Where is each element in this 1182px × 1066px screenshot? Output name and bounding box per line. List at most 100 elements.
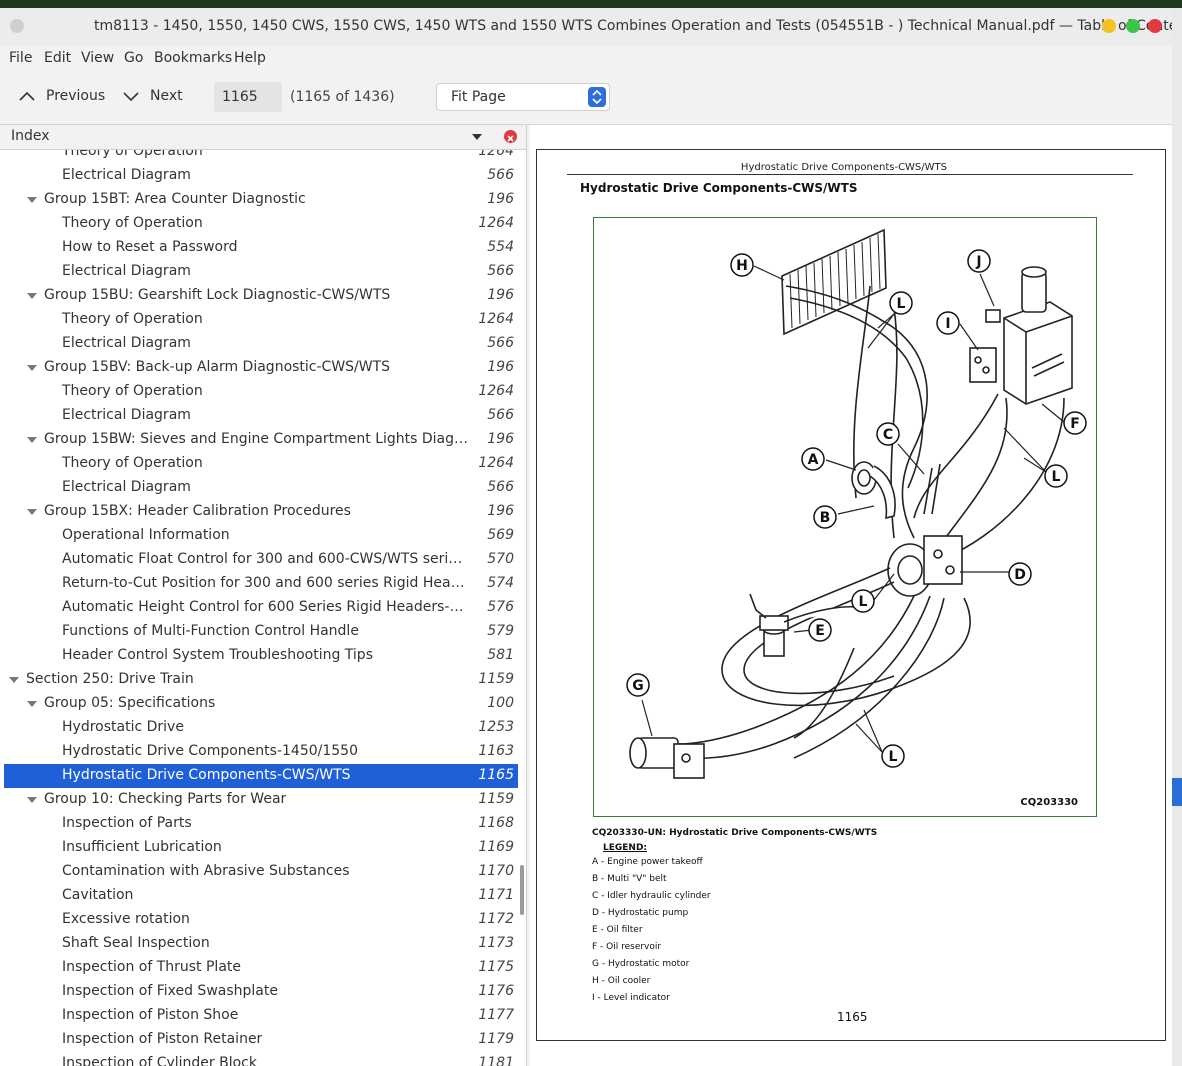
index-item[interactable]: Inspection of Parts 1168 [4, 812, 518, 836]
index-item[interactable]: Functions of Multi-Function Control Hand… [4, 620, 518, 644]
index-item[interactable]: Group 15BT: Area Counter Diagnostic 196 [4, 188, 518, 212]
desktop-taskbar-strip [0, 0, 1182, 8]
callout-e: E [808, 618, 832, 642]
index-item[interactable]: Hydrostatic Drive Components-CWS/WTS 1165 [4, 764, 518, 788]
expand-triangle-icon[interactable] [27, 293, 37, 299]
legend-item: B - Multi "V" belt [592, 874, 667, 884]
menu-bookmarks[interactable]: Bookmarks [154, 50, 232, 66]
expand-triangle-icon[interactable] [27, 437, 37, 443]
expand-triangle-icon[interactable] [9, 677, 19, 683]
index-item-title: Hydrostatic Drive Components-1450/1550 [62, 743, 358, 759]
index-item[interactable]: Operational Information 569 [4, 524, 518, 548]
index-item[interactable]: Return-to-Cut Position for 300 and 600 s… [4, 572, 518, 596]
index-item[interactable]: Contamination with Abrasive Substances 11… [4, 860, 518, 884]
index-item-page: 1253 [478, 719, 514, 735]
index-item[interactable]: Theory of Operation 1264 [4, 212, 518, 236]
index-item[interactable]: Electrical Diagram 566 [4, 260, 518, 284]
menu-edit[interactable]: Edit [44, 50, 71, 66]
index-item[interactable]: Group 10: Checking Parts for Wear 1159 [4, 788, 518, 812]
index-item[interactable]: Electrical Diagram 566 [4, 332, 518, 356]
index-item[interactable]: Hydrostatic Drive Components-1450/1550 11… [4, 740, 518, 764]
expand-triangle-icon[interactable] [27, 365, 37, 371]
menu-go[interactable]: Go [124, 50, 143, 66]
index-item-page: 1179 [478, 1031, 514, 1047]
index-item-title: Hydrostatic Drive Components-CWS/WTS [62, 767, 351, 783]
index-item[interactable]: Group 15BX: Header Calibration Procedure… [4, 500, 518, 524]
document-pane[interactable]: Hydrostatic Drive Components-CWS/WTS Hyd… [530, 125, 1172, 1066]
menu-help[interactable]: Help [234, 50, 266, 66]
index-item[interactable]: Group 15BU: Gearshift Lock Diagnostic-CW… [4, 284, 518, 308]
index-item[interactable]: Electrical Diagram 566 [4, 476, 518, 500]
minimize-button[interactable] [1102, 19, 1116, 33]
previous-button[interactable]: Previous [18, 88, 105, 104]
svg-text:F: F [1070, 416, 1080, 432]
sidebar-scrollbar[interactable] [520, 865, 524, 915]
index-item[interactable]: Group 05: Specifications 100 [4, 692, 518, 716]
index-item-title: Theory of Operation [62, 215, 203, 231]
index-item[interactable]: Shaft Seal Inspection 1173 [4, 932, 518, 956]
dropdown-arrow-icon[interactable] [472, 134, 482, 140]
index-item[interactable]: Inspection of Thrust Plate 1175 [4, 956, 518, 980]
index-item[interactable]: Inspection of Piston Retainer 1179 [4, 1028, 518, 1052]
index-item[interactable]: Automatic Float Control for 300 and 600-… [4, 548, 518, 572]
index-item-title: Group 15BU: Gearshift Lock Diagnostic-CW… [44, 287, 391, 303]
callout-g: G [626, 673, 650, 697]
index-item[interactable]: Group 15BW: Sieves and Engine Compartmen… [4, 428, 518, 452]
index-item[interactable]: Theory of Operation 1264 [4, 150, 518, 164]
figure-id: CQ203330 [1020, 797, 1078, 808]
index-item-page: 566 [487, 335, 514, 351]
index-item[interactable]: Group 15BV: Back-up Alarm Diagnostic-CWS… [4, 356, 518, 380]
expand-triangle-icon[interactable] [27, 509, 37, 515]
index-item[interactable]: Theory of Operation 1264 [4, 308, 518, 332]
callout-f: F [1063, 411, 1087, 435]
index-item[interactable]: Automatic Height Control for 600 Series … [4, 596, 518, 620]
index-item[interactable]: Hydrostatic Drive 1253 [4, 716, 518, 740]
expand-triangle-icon[interactable] [27, 701, 37, 707]
index-item[interactable]: Electrical Diagram 566 [4, 404, 518, 428]
index-item-page: 1165 [478, 767, 514, 783]
close-sidebar-icon[interactable] [504, 130, 517, 143]
index-item[interactable]: Header Control System Troubleshooting Ti… [4, 644, 518, 668]
index-tree: Theory of Operation 1264 Electrical Diagra… [0, 150, 520, 1066]
index-item[interactable]: Insufficient Lubrication 1169 [4, 836, 518, 860]
index-item-title: Group 15BX: Header Calibration Procedure… [44, 503, 351, 519]
expand-triangle-icon[interactable] [27, 797, 37, 803]
index-item[interactable]: Inspection of Cylinder Block 1181 [4, 1052, 518, 1066]
index-item[interactable]: How to Reset a Password 554 [4, 236, 518, 260]
index-item[interactable]: Inspection of Fixed Swashplate 1176 [4, 980, 518, 1004]
index-item[interactable]: Theory of Operation 1264 [4, 452, 518, 476]
svg-text:D: D [1014, 567, 1026, 583]
window-menu-icon[interactable] [10, 19, 24, 33]
menubar: File Edit View Go Bookmarks Help [0, 46, 1172, 72]
index-item-title: Automatic Height Control for 600 Series … [62, 599, 470, 615]
index-item-page: 1173 [478, 935, 514, 951]
hydrostatic-motor-drawing [629, 737, 705, 779]
index-item[interactable]: Theory of Operation 1264 [4, 380, 518, 404]
index-item-page: 196 [487, 359, 514, 375]
callout-b: B [813, 505, 837, 529]
index-item-title: Return-to-Cut Position for 300 and 600 s… [62, 575, 470, 591]
index-item-title: Inspection of Fixed Swashplate [62, 983, 278, 999]
index-item-title: Group 05: Specifications [44, 695, 216, 711]
index-item-title: Theory of Operation [62, 311, 203, 327]
index-item[interactable]: Electrical Diagram 566 [4, 164, 518, 188]
index-item[interactable]: Section 250: Drive Train 1159 [4, 668, 518, 692]
index-item-title: Inspection of Parts [62, 815, 192, 831]
callout-l-3: L [851, 589, 875, 613]
index-item[interactable]: Excessive rotation 1172 [4, 908, 518, 932]
page-number-input[interactable] [214, 82, 282, 112]
oil-cooler-drawing [781, 228, 887, 336]
index-item[interactable]: Cavitation 1171 [4, 884, 518, 908]
index-item[interactable]: Inspection of Piston Shoe 1177 [4, 1004, 518, 1028]
callout-d: D [1008, 562, 1032, 586]
zoom-select[interactable]: Fit Page [436, 83, 610, 111]
maximize-button[interactable] [1126, 19, 1140, 33]
menu-file[interactable]: File [9, 50, 32, 66]
index-item-page: 566 [487, 167, 514, 183]
expand-triangle-icon[interactable] [27, 197, 37, 203]
menu-view[interactable]: View [81, 50, 114, 66]
close-button[interactable] [1148, 19, 1162, 33]
titlebar: tm8113 - 1450, 1550, 1450 CWS, 1550 CWS,… [0, 8, 1172, 46]
svg-text:C: C [883, 427, 893, 443]
next-button[interactable]: Next [122, 88, 183, 104]
